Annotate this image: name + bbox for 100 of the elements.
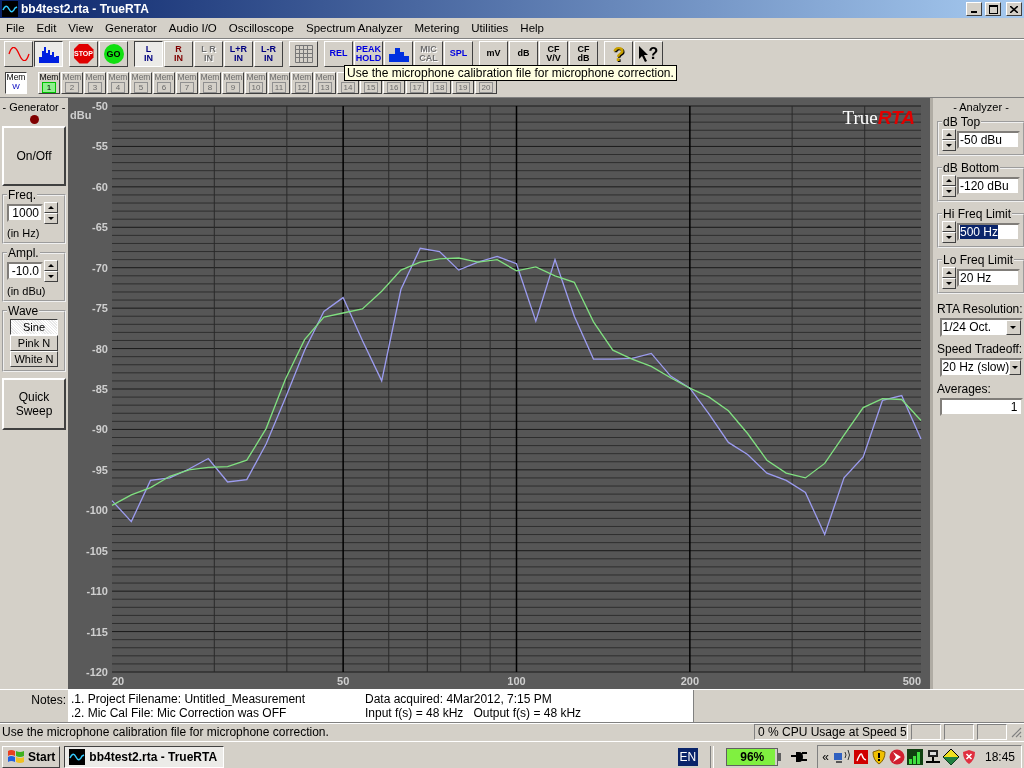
group-label: Ampl. [7,246,40,260]
spin-up-button[interactable] [942,175,956,186]
toolbar-button[interactable]: PEAK HOLD [354,40,383,67]
grid-button[interactable] [289,40,318,67]
tooltip: Use the microphone calibration file for microphone correction. [344,65,677,81]
y-tick-label: -75 [92,302,108,315]
clock: 18:45 [984,749,1015,764]
start-button[interactable]: Start [2,745,61,768]
group-label: dB Bottom [942,161,1001,175]
menu-item[interactable]: View [62,20,100,36]
panel-title: - Analyzer - [953,101,1009,113]
y-tick-label: -95 [92,463,108,476]
menu-item[interactable]: Generator [99,20,163,36]
memory-button[interactable]: Mem 1 [38,71,60,94]
windows-flag-icon [7,748,25,765]
minimize-button[interactable] [966,2,982,16]
network-icon[interactable] [924,748,941,765]
shield-x-icon[interactable] [960,748,977,765]
x-tick-label: 200 [680,675,700,687]
group-label: Freq. [7,188,37,202]
on-off-button[interactable]: On/Off [2,126,66,186]
bar-graph-icon [388,45,409,62]
pointer-icon [638,45,649,62]
logo: TrueRTA [842,107,915,128]
taskbar-button[interactable]: bb4test2.rta - TrueRTA [64,745,225,768]
computer-signal-icon[interactable] [832,748,851,765]
close-button[interactable] [1006,2,1022,16]
spin-up-button[interactable] [942,221,956,232]
spin-up-button[interactable] [942,267,956,278]
number-field[interactable]: -10.0 [7,262,43,280]
spin-down-button[interactable] [942,140,956,151]
whats-this-button[interactable]: ? [634,40,663,67]
window-title: bb4test2.rta - TrueRTA [21,2,149,16]
toolbar-button[interactable]: L IN [134,40,163,67]
diamond-icon[interactable] [942,748,959,765]
group-label: Hi Freq Limit [942,207,1012,221]
toolbar-button[interactable]: L+R IN [224,40,253,67]
toolbar-button[interactable]: CF dB [569,40,598,67]
toolbar-button[interactable]: mV [479,40,508,67]
shield-icon[interactable] [870,748,887,765]
y-tick-label: -105 [85,544,108,557]
resize-grip-icon[interactable] [1010,726,1022,738]
text-field[interactable]: 20 Hz [957,269,1020,287]
power-plug-icon [791,750,808,763]
menu-item[interactable]: Audio I/O [162,20,223,36]
maximize-button[interactable] [985,2,1001,16]
number-field[interactable]: 1000 [7,204,43,222]
y-tick-label: -100 [85,504,108,517]
menu-item[interactable]: Oscilloscope [222,20,300,36]
toolbar-button[interactable]: REL [324,40,353,67]
toolbar-button[interactable]: dB [509,40,538,67]
group-label: dB Top [942,115,982,129]
signal-bars-icon[interactable] [906,748,923,765]
wave-option[interactable]: White N [10,351,58,367]
y-tick-label: -85 [92,383,108,395]
spectrum-button[interactable] [34,40,63,67]
averages-field[interactable]: 1 [939,398,1023,416]
info-text: Data acquired: 4Mar2012, 7:15 PM [365,692,552,706]
menu-item[interactable]: File [0,20,31,36]
spectrum-icon [37,44,60,63]
x-tick-label: 20 [112,675,125,687]
toolbar-button[interactable]: R IN [164,40,193,67]
x-tick-label: 50 [337,675,350,687]
text-field[interactable]: 500 Hz [957,223,1020,241]
spin-down-button[interactable] [44,213,58,224]
document-icon[interactable] [852,748,869,765]
spin-up-button[interactable] [942,129,956,140]
wave-option[interactable]: Sine [10,319,58,335]
waveform-icon [2,1,18,17]
toolbar-button[interactable]: CF V/V [539,40,568,67]
spin-down-button[interactable] [942,278,956,289]
spin-down-button[interactable] [942,232,956,243]
sine-wave-button[interactable] [4,40,33,67]
toolbar-button[interactable]: SPL [444,40,473,67]
spin-up-button[interactable] [44,260,58,271]
y-tick-label: -120 [85,666,108,678]
menu-item[interactable]: Edit [30,20,63,36]
spin-up-button[interactable] [44,202,58,213]
memory-button[interactable]: Mem W [5,71,27,94]
menu-item[interactable]: Metering [408,20,466,36]
quick-sweep-button[interactable]: Quick Sweep [2,378,66,430]
language-indicator[interactable]: EN [677,747,699,766]
y-tick-label: -55 [92,140,108,153]
unit-label: (in dBu) [7,285,47,297]
menu-item[interactable]: Utilities [465,20,515,36]
text-field[interactable]: -120 dBu [957,177,1020,195]
battery-reading: 96% [739,749,766,764]
menu-item[interactable]: Spectrum Analyzer [300,20,409,36]
go-button[interactable]: GO [99,40,128,67]
panel-title: - Generator - [2,101,66,113]
spin-down-button[interactable] [44,271,58,282]
tray-expand-button[interactable]: « [822,749,829,764]
y-tick-label: -70 [92,261,108,274]
menu-item[interactable]: Help [514,20,550,36]
text-field[interactable]: -50 dBu [957,131,1020,149]
note-line: .1. Project Filename: Untitled_Measurement [71,692,307,706]
spin-down-button[interactable] [942,186,956,197]
bar-graph-button[interactable] [384,40,413,67]
wave-option[interactable]: Pink N [10,335,58,351]
toolbar-button[interactable]: L-R IN [254,40,283,67]
